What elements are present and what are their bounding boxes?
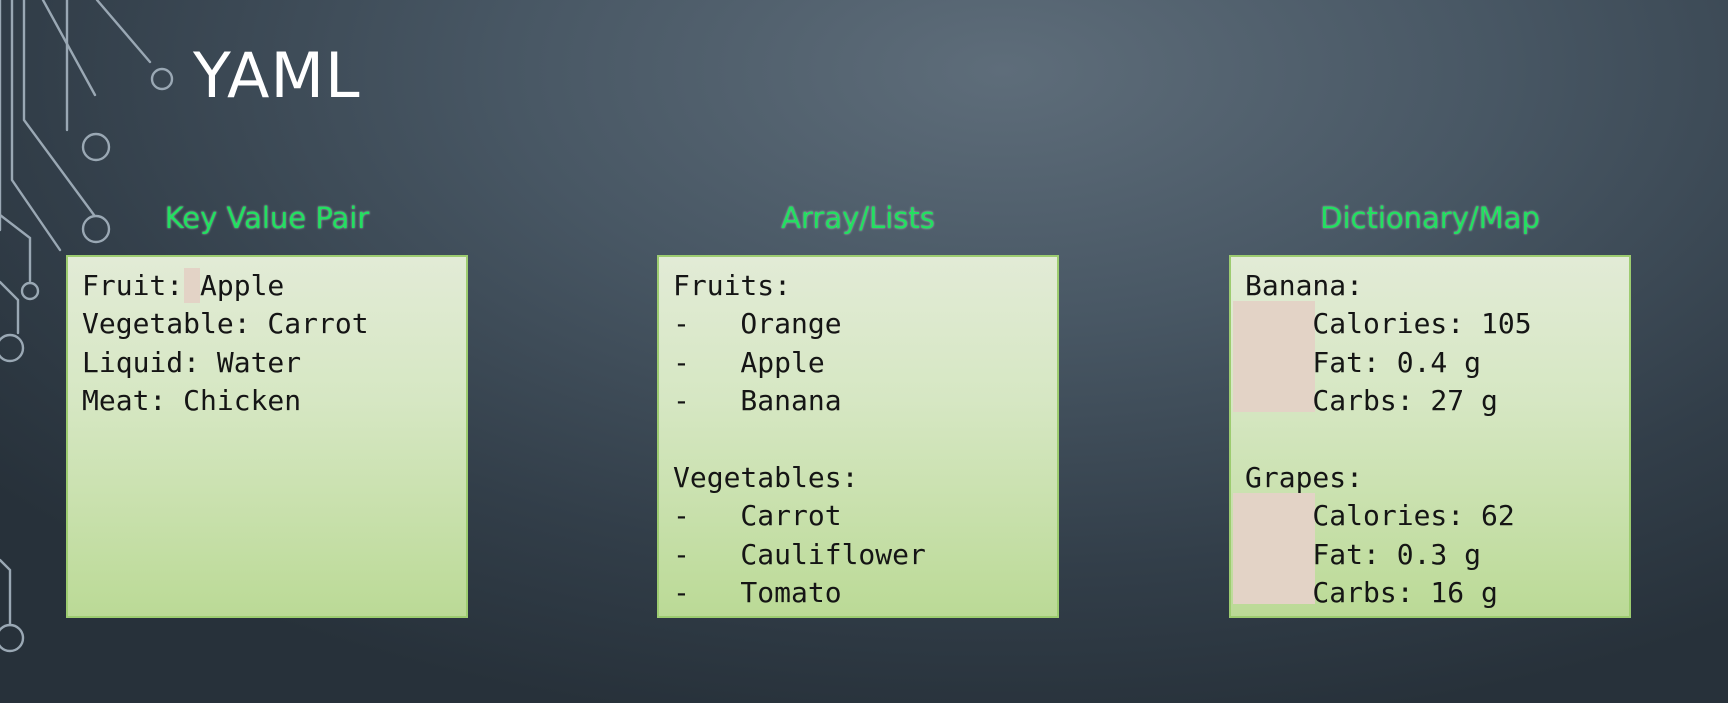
panel-key-value: Fruit: Apple Vegetable: Carrot Liquid: W… (66, 255, 468, 618)
code-line: Fat: 0.4 g (1245, 345, 1482, 379)
code-line: Fat: 0.3 g (1245, 537, 1482, 571)
code-line: Carbs: 16 g (1245, 576, 1498, 610)
code-line: - Apple (673, 345, 825, 379)
code-line: Liquid: Water (82, 345, 302, 379)
code-line: Fruits: (673, 269, 792, 302)
panel-array-lists: Fruits: - Orange - Apple - Banana Vegeta… (657, 255, 1059, 618)
code-line: Grapes: (1245, 460, 1364, 494)
panel-dictionary-map: Banana: Calories: 105 Fat: 0.4 g Carbs: … (1229, 255, 1631, 618)
code-line: - Tomato (673, 576, 842, 610)
panel-heading-key-value: Key Value Pair (164, 201, 370, 235)
code-line: Calories: 105 (1245, 307, 1532, 341)
code-line: Meat: Chicken (82, 384, 302, 418)
code-line: - Banana (673, 384, 842, 418)
code-line: - Orange (673, 307, 842, 341)
code-line: Fruit: Apple (82, 269, 285, 302)
slide-title: YAML (193, 39, 361, 112)
code-line: Vegetable: Carrot (82, 307, 369, 341)
code-line: Calories: 62 (1245, 499, 1515, 533)
panel-lines: Fruit: Apple Vegetable: Carrot Liquid: W… (82, 267, 369, 613)
panel-heading-array-lists: Array/Lists (781, 201, 935, 235)
code-line: Carbs: 27 g (1245, 384, 1498, 418)
code-line: Vegetables: (673, 460, 859, 494)
panel-lines: Banana: Calories: 105 Fat: 0.4 g Carbs: … (1245, 267, 1532, 613)
panel-heading-dictionary-map: Dictionary/Map (1320, 201, 1540, 235)
panel-lines: Fruits: - Orange - Apple - Banana Vegeta… (673, 267, 926, 613)
code-line: Banana: (1245, 269, 1364, 302)
code-line: - Carrot (673, 499, 842, 533)
code-line: - Cauliflower (673, 537, 926, 571)
